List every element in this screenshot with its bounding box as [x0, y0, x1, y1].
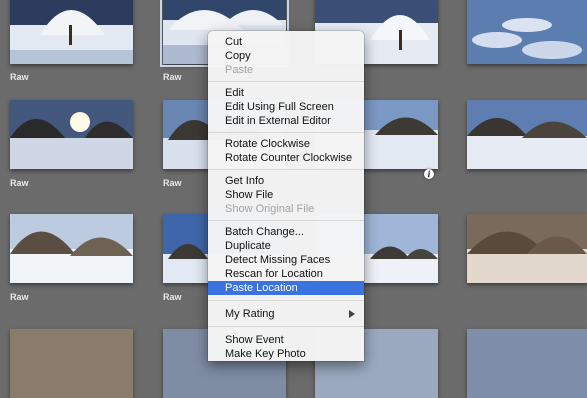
photo-label: Raw — [163, 292, 182, 302]
photo-thumbnail[interactable] — [467, 214, 587, 283]
menu-item-duplicate[interactable]: Duplicate — [208, 239, 364, 253]
menu-separator — [208, 220, 364, 221]
menu-item-rescan-location[interactable]: Rescan for Location — [208, 267, 364, 281]
context-menu: Cut Copy Paste Edit Edit Using Full Scre… — [208, 31, 364, 361]
menu-item-show-original-file: Show Original File — [225, 203, 315, 215]
photo-thumbnail[interactable] — [10, 100, 133, 169]
photo-label: Raw — [163, 72, 182, 82]
menu-item-edit[interactable]: Edit — [208, 86, 364, 100]
photo-label: Raw — [163, 178, 182, 188]
photo-label: Raw — [10, 292, 29, 302]
menu-item-my-rating[interactable]: My Rating — [208, 307, 364, 321]
photo-label: Raw — [10, 72, 29, 82]
menu-item-paste: Paste — [225, 64, 254, 76]
menu-item-paste-location[interactable]: Paste Location — [208, 281, 364, 295]
menu-separator — [208, 132, 364, 133]
menu-item-rotate-clockwise[interactable]: Rotate Clockwise — [208, 137, 364, 151]
info-icon[interactable]: i — [424, 169, 434, 179]
menu-item-my-rating-label: My Rating — [225, 308, 275, 320]
menu-item-detect-missing-faces[interactable]: Detect Missing Faces — [208, 253, 364, 267]
photo-thumbnail[interactable] — [467, 0, 587, 64]
menu-item-show-file[interactable]: Show File — [208, 188, 364, 202]
menu-separator — [208, 81, 364, 82]
menu-item-batch-change[interactable]: Batch Change... — [208, 225, 364, 239]
menu-item-edit-external[interactable]: Edit in External Editor — [208, 114, 364, 128]
menu-item-cut[interactable]: Cut — [208, 35, 364, 49]
menu-item-rotate-counter-clockwise[interactable]: Rotate Counter Clockwise — [208, 151, 364, 165]
photo-thumbnail[interactable] — [10, 329, 133, 398]
photo-thumbnail[interactable] — [467, 329, 587, 398]
photo-thumbnail[interactable] — [10, 0, 133, 64]
menu-separator — [208, 300, 364, 301]
submenu-arrow-icon — [349, 310, 355, 318]
menu-item-copy[interactable]: Copy — [208, 49, 364, 63]
menu-item-edit-full-screen[interactable]: Edit Using Full Screen — [208, 100, 364, 114]
photo-label: Raw — [10, 178, 29, 188]
menu-item-show-event[interactable]: Show Event — [208, 333, 364, 347]
menu-item-get-info[interactable]: Get Info — [208, 174, 364, 188]
photo-thumbnail[interactable] — [467, 100, 587, 169]
photo-thumbnail[interactable] — [10, 214, 133, 283]
menu-separator — [208, 169, 364, 170]
menu-separator — [208, 326, 364, 327]
menu-item-make-key-photo[interactable]: Make Key Photo — [208, 347, 364, 361]
